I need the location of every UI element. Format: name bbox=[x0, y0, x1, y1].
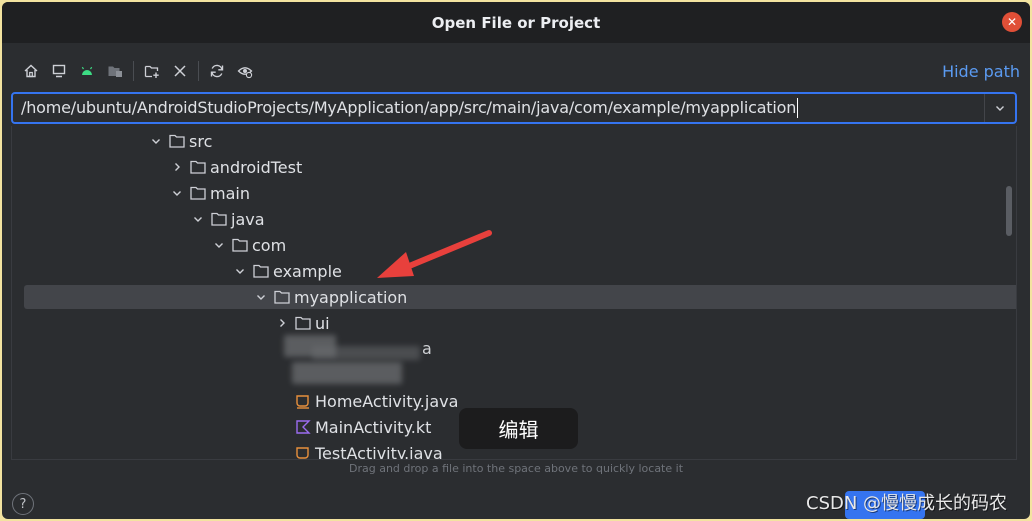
refresh-icon[interactable] bbox=[204, 58, 230, 84]
desktop-icon[interactable] bbox=[46, 58, 72, 84]
path-history-dropdown[interactable] bbox=[984, 94, 1015, 122]
hide-path-link[interactable]: Hide path bbox=[942, 62, 1020, 81]
show-hidden-icon[interactable] bbox=[232, 58, 258, 84]
home-icon[interactable] bbox=[18, 58, 44, 84]
android-icon[interactable] bbox=[74, 58, 100, 84]
chevron-down-icon bbox=[996, 106, 1004, 111]
toolbar-separator bbox=[133, 61, 134, 81]
toolbar-separator bbox=[198, 61, 199, 81]
path-input[interactable]: /home/ubuntu/AndroidStudioProjects/MyApp… bbox=[11, 92, 1017, 124]
title-bar: Open File or Project ✕ bbox=[2, 2, 1030, 43]
dialog-title: Open File or Project bbox=[431, 13, 601, 32]
edit-tooltip: 编辑 bbox=[459, 408, 578, 449]
delete-icon[interactable] bbox=[167, 58, 193, 84]
path-input-value[interactable]: /home/ubuntu/AndroidStudioProjects/MyApp… bbox=[13, 98, 984, 119]
text-caret bbox=[797, 98, 799, 119]
help-button[interactable]: ? bbox=[12, 493, 34, 515]
new-folder-icon[interactable] bbox=[139, 58, 165, 84]
close-button[interactable]: ✕ bbox=[1002, 12, 1022, 32]
project-folder-icon[interactable] bbox=[102, 58, 128, 84]
drag-drop-hint: Drag and drop a file into the space abov… bbox=[348, 462, 684, 475]
open-file-dialog: Open File or Project ✕ Hide path /home/u… bbox=[2, 2, 1030, 519]
toolbar bbox=[18, 58, 258, 84]
path-input-text: /home/ubuntu/AndroidStudioProjects/MyApp… bbox=[21, 97, 797, 117]
csdn-watermark: CSDN @慢慢成长的码农 bbox=[806, 493, 1008, 514]
